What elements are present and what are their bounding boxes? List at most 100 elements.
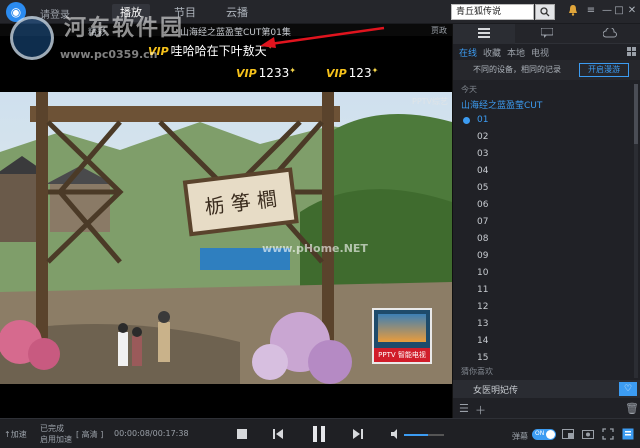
toggle-state: ON (535, 430, 545, 437)
danmu-text: 1233 (258, 66, 290, 80)
guess-you-like-label: 猜你喜欢 (461, 367, 493, 376)
site-watermark-logo (10, 16, 54, 60)
episode-item[interactable]: 06 (453, 197, 633, 214)
episode-list: 01 02 03 04 05 06 07 08 09 10 11 12 13 1… (453, 112, 633, 367)
danmu-comment: VIP 123✦ (326, 66, 379, 80)
playlist-scrollbar[interactable] (634, 84, 638, 378)
episode-item[interactable]: 08 (453, 231, 633, 248)
episode-item[interactable]: 03 (453, 146, 633, 163)
tv-ad-label: PPTV 智能电视 (374, 348, 430, 362)
danmu-comment: VIP 1233✦ (236, 66, 296, 80)
video-player[interactable]: VIP哇哈哈在下叶敖天✦ VIP1233✦ VIP123✦ (0, 36, 452, 418)
episode-number: 01 (477, 115, 489, 125)
grid-view-icon[interactable] (627, 47, 636, 56)
center-watermark: www.pHome.NET (262, 242, 368, 255)
recommendation-item[interactable]: 女医明妃传 ♡ (453, 380, 640, 398)
heart-icon[interactable]: ♡ (619, 382, 637, 396)
notification-icon[interactable] (566, 4, 580, 18)
accelerate-label: 加速 (10, 430, 27, 439)
playback-controls: ↑加速 已完成 启用加速 [ 高清 ] 00:00:08/00:17:38 弹幕… (0, 418, 640, 448)
episode-number: 06 (477, 200, 489, 210)
sync-banner: 不同的设备，相同的记录 开启漫游 (453, 60, 640, 80)
site-watermark-name: 河东软件园 (64, 16, 185, 41)
playlist-panel: 在线 收藏 本地 电视 不同的设备，相同的记录 开启漫游 今天 山海经之蓝盈莹C… (452, 24, 640, 418)
episode-number: 03 (477, 149, 489, 159)
episode-item[interactable]: 02 (453, 129, 633, 146)
episode-item[interactable]: 10 (453, 265, 633, 282)
tab-tv[interactable]: 电视 (531, 46, 549, 59)
episode-number: 09 (477, 251, 489, 261)
previous-icon[interactable] (272, 428, 284, 440)
danmu-comment: VIP哇哈哈在下叶敖天✦ (148, 42, 273, 59)
tv-ad-image (378, 314, 426, 342)
annotation-arrow-icon (260, 26, 385, 48)
episode-number: 02 (477, 132, 489, 142)
today-label: 今天 (461, 85, 477, 94)
tab-online[interactable]: 在线 (459, 46, 477, 59)
episode-number: 07 (477, 217, 489, 227)
close-icon[interactable]: ✕ (625, 4, 639, 18)
tab-local[interactable]: 本地 (507, 46, 525, 59)
episode-item[interactable]: 13 (453, 316, 633, 333)
menu-icon[interactable]: ≡ (584, 4, 598, 18)
vip-badge: VIP (236, 67, 257, 80)
episode-item[interactable]: 01 (453, 112, 633, 129)
trash-icon[interactable]: 🗑 (625, 402, 639, 415)
next-icon[interactable] (352, 428, 364, 440)
picture-in-picture-icon[interactable] (562, 428, 574, 440)
search-button[interactable] (535, 4, 555, 20)
scrollbar-thumb[interactable] (634, 84, 638, 144)
enable-roaming-button[interactable]: 开启漫游 (579, 63, 629, 77)
danmu-toggle[interactable]: ON (532, 429, 556, 440)
episode-item[interactable]: 04 (453, 163, 633, 180)
episode-item[interactable]: 09 (453, 248, 633, 265)
tv-ad-overlay[interactable]: PPTV 智能电视 (372, 308, 432, 364)
episode-item[interactable]: 12 (453, 299, 633, 316)
source-tabs: 在线 收藏 本地 电视 (453, 44, 640, 60)
sync-text: 不同的设备，相同的记录 (473, 65, 561, 74)
list-icon (478, 28, 490, 38)
episode-number: 11 (477, 285, 489, 295)
episode-number: 08 (477, 234, 489, 244)
screenshot-icon[interactable] (582, 428, 594, 440)
episode-number: 12 (477, 302, 489, 312)
accel-status-line2: 启用加速 (40, 435, 72, 444)
episode-number: 10 (477, 268, 489, 278)
stop-icon[interactable] (236, 428, 248, 440)
episode-number: 14 (477, 336, 489, 346)
search-input[interactable]: 青丘狐传说 (451, 4, 534, 20)
episode-number: 15 (477, 353, 489, 363)
add-icon[interactable]: ＋ (475, 402, 486, 418)
show-title[interactable]: 山海经之蓝盈莹CUT (461, 98, 542, 111)
episode-item[interactable]: 05 (453, 180, 633, 197)
accelerate-button[interactable]: ↑加速 (4, 429, 27, 440)
panel-tabs (453, 24, 640, 44)
episode-number: 05 (477, 183, 489, 193)
video-corner-label: 贾政 (431, 26, 447, 35)
episode-number: 13 (477, 319, 489, 329)
maximize-icon[interactable]: □ (612, 4, 626, 18)
tab-cloud-sync[interactable] (579, 24, 640, 44)
volume-icon[interactable] (390, 428, 402, 440)
playing-dot-icon (463, 117, 470, 124)
episode-item[interactable]: 14 (453, 333, 633, 350)
episode-item[interactable]: 15 (453, 350, 633, 367)
tab-cloud[interactable]: 云播 (218, 4, 256, 22)
tab-favorites[interactable]: 收藏 (483, 46, 501, 59)
panel-toolbar: ☰ ＋ 🗑 (453, 400, 640, 418)
search-icon (540, 7, 550, 17)
pause-icon[interactable] (310, 425, 328, 443)
tab-chat[interactable] (516, 24, 578, 44)
fullscreen-icon[interactable] (602, 428, 614, 440)
quality-label: 高清 (81, 430, 98, 439)
tab-playlist[interactable] (453, 24, 515, 44)
site-watermark-url: www.pc0359.cn (60, 48, 158, 61)
sort-list-icon[interactable]: ☰ (459, 402, 469, 415)
volume-slider[interactable] (404, 434, 444, 436)
time-display: 00:00:08/00:17:38 (114, 429, 189, 438)
quality-selector[interactable]: [ 高清 ] (76, 429, 103, 440)
episode-item[interactable]: 11 (453, 282, 633, 299)
episode-item[interactable]: 07 (453, 214, 633, 231)
recommendation-title: 女医明妃传 (473, 386, 519, 396)
playlist-toggle-icon[interactable] (622, 428, 634, 440)
